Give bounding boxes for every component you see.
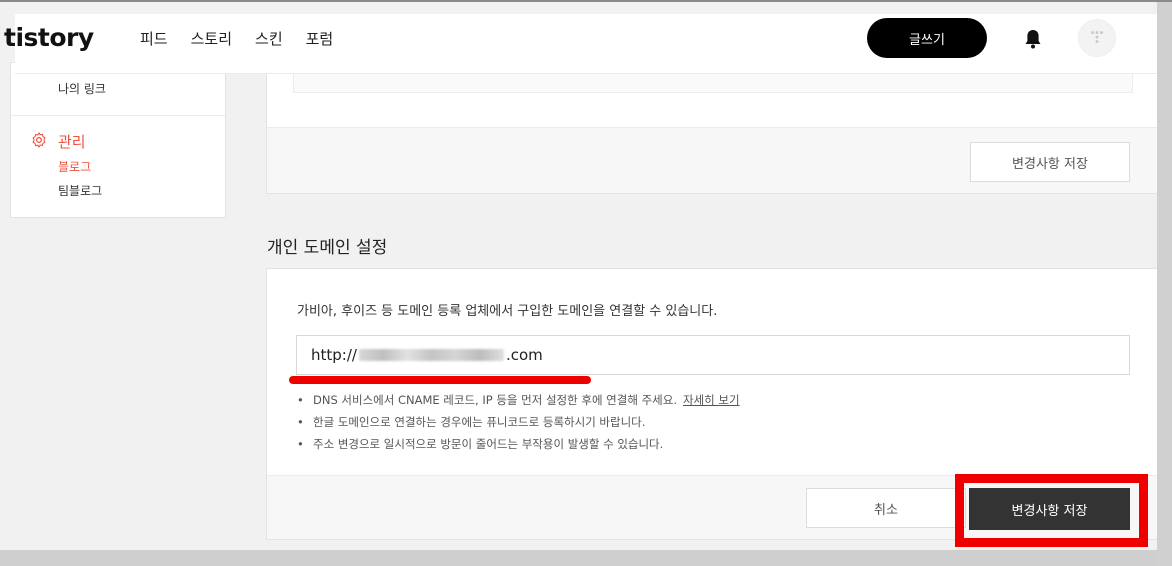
sidebar-manage-title[interactable]: 관리 bbox=[58, 131, 86, 152]
sidebar-divider bbox=[11, 115, 225, 116]
avatar-icon[interactable] bbox=[1078, 19, 1116, 57]
domain-input-suffix: .com bbox=[505, 346, 543, 364]
bell-icon[interactable] bbox=[1023, 28, 1043, 50]
bottom-border bbox=[0, 550, 1157, 566]
write-button[interactable]: 글쓰기 bbox=[867, 18, 987, 58]
sidebar-item-blog[interactable]: 블로그 bbox=[58, 158, 91, 175]
nav-feed[interactable]: 피드 bbox=[140, 28, 168, 49]
cancel-button[interactable]: 취소 bbox=[806, 488, 966, 528]
nav-forum[interactable]: 포럼 bbox=[306, 28, 334, 49]
global-nav: 피드 스토리 스킨 포럼 bbox=[140, 28, 356, 49]
previous-save-button[interactable]: 변경사항 저장 bbox=[970, 142, 1130, 182]
note-text: DNS 서비스에서 CNAME 레코드, IP 등을 먼저 설정한 후에 연결해… bbox=[313, 393, 677, 407]
more-info-link[interactable]: 자세히 보기 bbox=[683, 393, 740, 407]
sidebar-item-my-links[interactable]: 나의 링크 bbox=[58, 80, 106, 97]
sidebar-item-team-blog[interactable]: 팀블로그 bbox=[58, 182, 102, 199]
list-item: DNS 서비스에서 CNAME 레코드, IP 등을 먼저 설정한 후에 연결해… bbox=[297, 391, 740, 413]
domain-section-title: 개인 도메인 설정 bbox=[267, 238, 388, 258]
domain-input[interactable]: http:// .com bbox=[296, 335, 1130, 375]
domain-input-prefix: http:// bbox=[311, 346, 357, 364]
top-header: tistory 피드 스토리 스킨 포럼 글쓰기 bbox=[4, 14, 1157, 74]
list-item: 주소 변경으로 일시적으로 방문이 줄어드는 부작용이 발생할 수 있습니다. bbox=[297, 435, 740, 457]
annotation-underline bbox=[289, 376, 591, 384]
avatar-dots-icon bbox=[1091, 31, 1103, 44]
domain-description: 가비아, 후이즈 등 도메인 등록 업체에서 구입한 도메인을 연결할 수 있습… bbox=[297, 304, 718, 319]
domain-notes: DNS 서비스에서 CNAME 레코드, IP 등을 먼저 설정한 후에 연결해… bbox=[297, 391, 740, 457]
sidebar: 나의 링크 관리 블로그 팀블로그 bbox=[10, 62, 226, 218]
redacted-domain bbox=[358, 349, 504, 361]
gear-icon bbox=[32, 132, 46, 148]
nav-skin[interactable]: 스킨 bbox=[255, 28, 283, 49]
list-item: 한글 도메인으로 연결하는 경우에는 퓨니코드로 등록하시기 바랍니다. bbox=[297, 413, 740, 435]
save-button[interactable]: 변경사항 저장 bbox=[969, 488, 1130, 530]
tistory-logo[interactable]: tistory bbox=[4, 23, 94, 52]
nav-story[interactable]: 스토리 bbox=[191, 28, 232, 49]
scrollbar[interactable] bbox=[1157, 2, 1172, 566]
